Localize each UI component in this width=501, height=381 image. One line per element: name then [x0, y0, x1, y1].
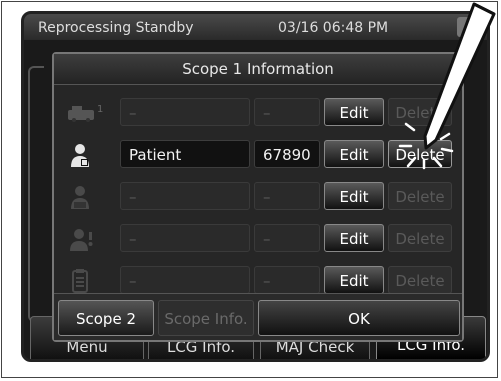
dialog-title: Scope 1 Information: [54, 54, 462, 85]
edit-button[interactable]: Edit: [324, 98, 384, 126]
info-row-staff: – – Edit Delete: [54, 222, 462, 254]
touch-screen: Reprocessing Standby 03/16 06:48 PM Menu…: [21, 11, 490, 362]
staff-icon: [66, 226, 110, 252]
scope-2-button[interactable]: Scope 2: [58, 300, 154, 336]
clipboard-icon: [66, 268, 110, 294]
scope-info-button[interactable]: Scope Info.: [158, 300, 254, 336]
delete-button[interactable]: Delete: [388, 98, 452, 126]
info-row-operator: – – Edit Delete: [54, 180, 462, 212]
info-row-notes: – – Edit Delete: [54, 264, 462, 296]
status-bar: Reprocessing Standby 03/16 06:48 PM: [24, 14, 487, 40]
name-field: –: [120, 224, 250, 252]
name-field: –: [120, 266, 250, 294]
scope-info-dialog: Scope 1 Information 1 – – Edit Delete Pa…: [52, 52, 464, 342]
name-field: –: [120, 182, 250, 210]
status-button[interactable]: [457, 17, 479, 37]
dialog-footer: Scope 2 Scope Info. OK: [54, 293, 462, 340]
svg-text:1: 1: [97, 104, 103, 115]
id-field: –: [254, 182, 320, 210]
info-row-scope: 1 – – Edit Delete: [54, 96, 462, 128]
edit-button[interactable]: Edit: [324, 266, 384, 294]
ok-button[interactable]: OK: [258, 300, 460, 336]
name-field: –: [120, 98, 250, 126]
delete-button[interactable]: Delete: [388, 140, 452, 168]
delete-button[interactable]: Delete: [388, 266, 452, 294]
operator-icon: [66, 184, 110, 210]
status-time: 03/16 06:48 PM: [278, 20, 389, 36]
info-row-patient: Patient 67890 Edit Delete: [54, 138, 462, 170]
id-field: –: [254, 266, 320, 294]
delete-button[interactable]: Delete: [388, 224, 452, 252]
edit-button[interactable]: Edit: [324, 140, 384, 168]
id-field: –: [254, 224, 320, 252]
patient-icon: [66, 142, 110, 168]
background-panel: [28, 66, 44, 322]
id-field: –: [254, 98, 320, 126]
edit-button[interactable]: Edit: [324, 224, 384, 252]
edit-button[interactable]: Edit: [324, 182, 384, 210]
name-field: Patient: [120, 140, 250, 168]
scope-icon: 1: [66, 100, 110, 126]
delete-button[interactable]: Delete: [388, 182, 452, 210]
id-field: 67890: [254, 140, 320, 168]
status-title: Reprocessing Standby: [38, 20, 194, 36]
